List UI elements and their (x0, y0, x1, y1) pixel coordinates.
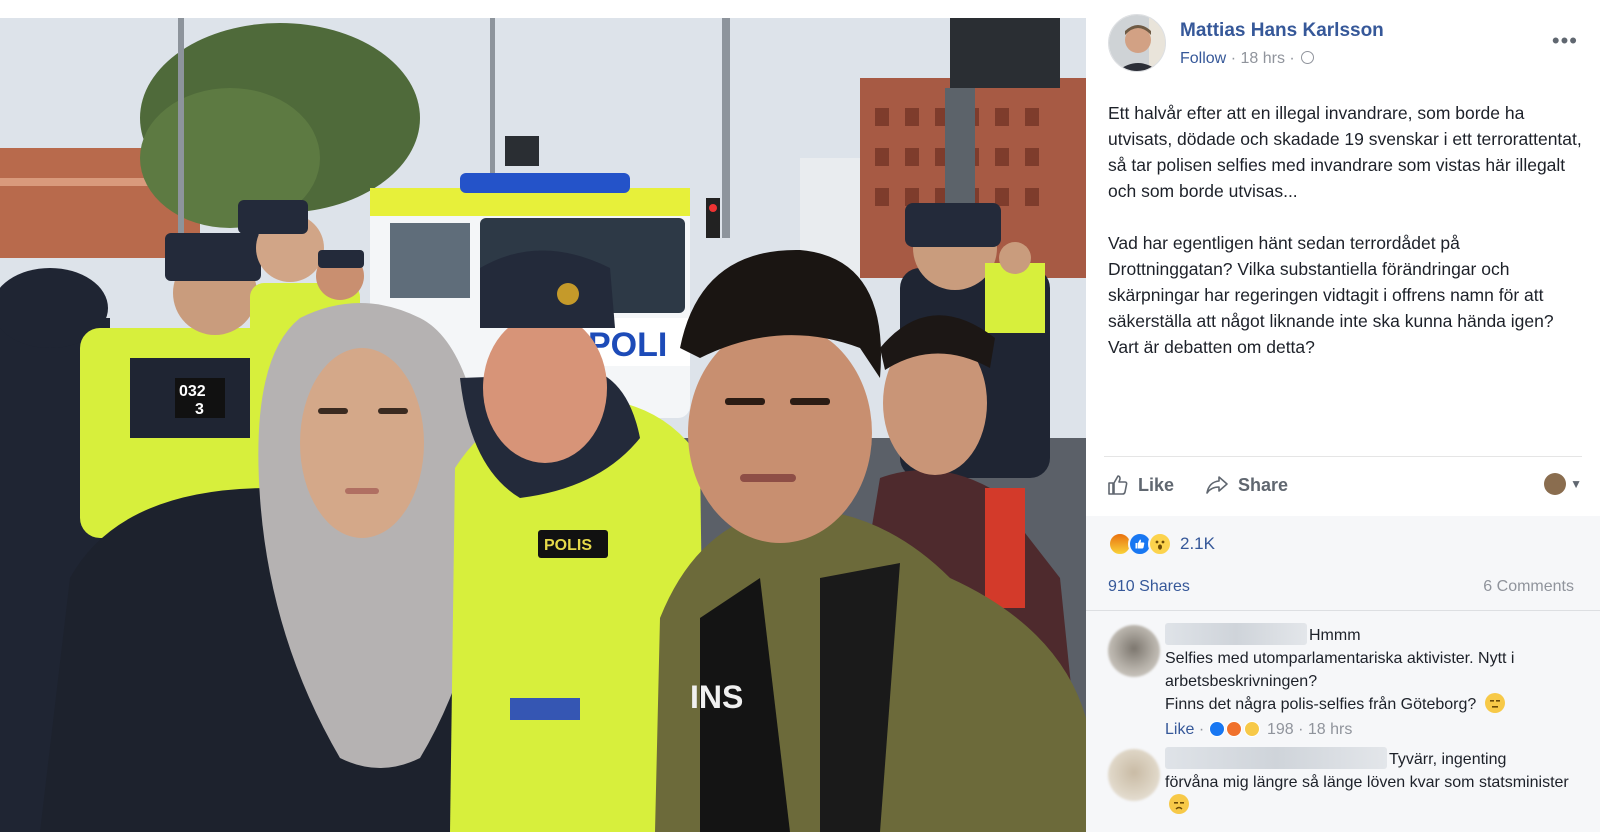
caret-down-icon: ▼ (1570, 477, 1582, 491)
comment-footer: Like · 198 · 18 hrs (1165, 718, 1575, 741)
comments-list: Hmmm Selfies med utomparlamentariska akt… (1086, 610, 1600, 814)
like-label: Like (1138, 474, 1175, 495)
action-bar: Like Share ▼ (1104, 456, 1582, 512)
comment-body: Hmmm Selfies med utomparlamentariska akt… (1165, 623, 1575, 741)
comment-reaction-count[interactable]: 198 (1267, 721, 1294, 738)
comment-line: Hmmm (1165, 623, 1575, 647)
disappointed-emoji-icon (1169, 794, 1189, 814)
small-avatar (1544, 473, 1567, 495)
post-time[interactable]: 18 hrs (1240, 50, 1284, 67)
follow-link[interactable]: Follow (1180, 50, 1226, 67)
post-photo[interactable]: POLI 032 3 POLIS INS (0, 18, 1086, 832)
comment-time[interactable]: 18 hrs (1308, 721, 1352, 738)
meta-separator: · (1298, 721, 1308, 738)
reaction-count: 2.1K (1180, 534, 1215, 553)
redacted-commenter-name (1165, 623, 1307, 645)
vest-polis-label: POLIS (544, 537, 592, 554)
share-label: Share (1238, 474, 1289, 495)
commenter-avatar[interactable] (1108, 625, 1160, 677)
badge-number-top: 032 (179, 383, 206, 400)
comment-line: förvåna mig längre så länge löven kvar s… (1165, 771, 1575, 817)
selfie-photo-illustration: POLI 032 3 POLIS INS (0, 18, 1086, 832)
post-paragraph: Vad har egentligen hänt sedan terrordåde… (1108, 233, 1554, 357)
author-avatar[interactable] (1108, 14, 1166, 72)
comment-text: Hmmm (1309, 627, 1361, 644)
more-options-icon[interactable]: ••• (1552, 30, 1578, 52)
comment-text: Tyvärr, ingenting (1389, 751, 1507, 768)
comment-like-link[interactable]: Like (1165, 721, 1194, 738)
reactions-summary[interactable]: 2.1K (1108, 532, 1215, 556)
comment-line: Tyvärr, ingenting (1165, 747, 1575, 771)
post-panel: Mattias Hans Karlsson Follow · 18 hrs · … (1086, 0, 1600, 832)
like-reaction-icon (1208, 721, 1225, 737)
comment-text: Finns det några polis-selfies från Göteb… (1165, 696, 1477, 713)
comment-line: Finns det några polis-selfies från Göteb… (1165, 693, 1575, 716)
wow-reaction-icon (1148, 532, 1172, 556)
comment-text: Selfies med utomparlamentariska aktivist… (1165, 650, 1515, 690)
post-text: Ett halvår efter att en illegal invandra… (1108, 100, 1586, 386)
comment-body: Tyvärr, ingenting förvåna mig längre så … (1165, 747, 1575, 817)
share-button[interactable]: Share (1204, 473, 1288, 497)
unamused-emoji-icon (1484, 693, 1505, 713)
post-meta: Follow · 18 hrs · (1180, 50, 1315, 68)
comments-count-link[interactable]: 6 Comments (1483, 578, 1574, 596)
feedback-section: 2.1K 910 Shares 6 Comments Hmmm Selfies … (1086, 516, 1600, 832)
avatar-portrait-icon (1109, 15, 1165, 71)
redacted-commenter-name (1165, 747, 1387, 769)
meta-separator: · (1198, 721, 1209, 738)
commenter-avatar[interactable] (1108, 749, 1160, 801)
shirt-text: INS (690, 679, 743, 715)
meta-separator: · (1289, 50, 1300, 67)
angry-reaction-icon (1226, 721, 1243, 737)
page-voice-selector[interactable]: ▼ (1544, 473, 1582, 495)
badge-number-bottom: 3 (195, 401, 204, 418)
haha-reaction-icon (1243, 721, 1260, 737)
thumbs-up-icon (1108, 475, 1128, 495)
meta-separator: · (1230, 50, 1241, 67)
comment-text: förvåna mig längre så länge löven kvar s… (1165, 774, 1569, 791)
shares-link[interactable]: 910 Shares (1108, 578, 1190, 596)
like-button[interactable]: Like (1106, 473, 1174, 497)
post-header: Mattias Hans Karlsson Follow · 18 hrs · … (1108, 14, 1578, 74)
post-paragraph: Ett halvår efter att en illegal invandra… (1108, 103, 1582, 201)
globe-icon (1301, 51, 1315, 64)
author-name[interactable]: Mattias Hans Karlsson (1180, 20, 1384, 42)
share-arrow-icon (1206, 476, 1228, 494)
